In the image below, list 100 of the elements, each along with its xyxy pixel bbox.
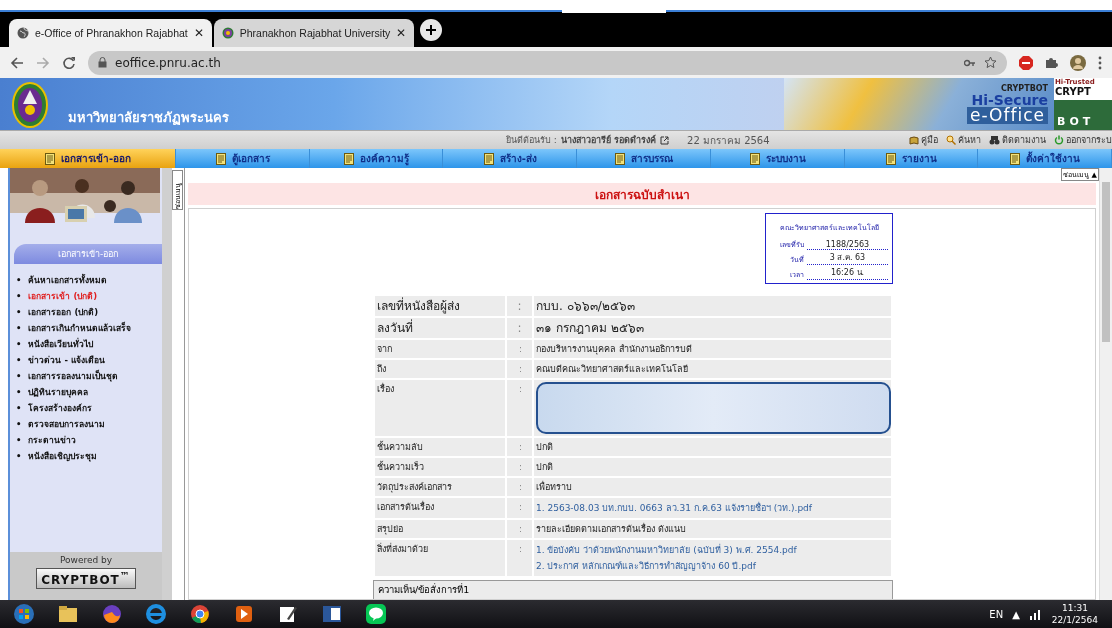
field-label: สรุปย่อ (374, 519, 506, 539)
header-link[interactable]: คู่มือ (909, 133, 938, 147)
stamp-value: 3 ส.ค. 63 (807, 251, 888, 265)
bullet: • (16, 338, 22, 351)
stop-sign-icon[interactable] (1019, 55, 1033, 70)
globe-e-icon[interactable] (145, 603, 167, 625)
menu-tab[interactable]: รายงาน (844, 149, 979, 168)
document-icon (482, 152, 495, 165)
play-icon[interactable] (233, 603, 255, 625)
sidebar-item[interactable]: ค้นหาเอกสารทั้งหมด (28, 272, 108, 288)
scrollbar[interactable] (162, 168, 172, 600)
chat-bubble-icon[interactable] (365, 603, 387, 625)
header-link[interactable]: ค้นหา (946, 133, 981, 147)
close-icon[interactable]: ✕ (396, 26, 407, 40)
language-indicator[interactable]: EN (989, 608, 1004, 620)
document-icon (748, 152, 761, 165)
menu-tab[interactable]: สร้าง-ส่ง (443, 149, 578, 168)
field-label: ลงวันที่ (374, 317, 506, 339)
new-tab-button[interactable] (420, 18, 443, 41)
sidebar-item[interactable]: หนังสือเชิญประชุม (28, 448, 98, 464)
sidebar-item[interactable]: ปฏิทินรายบุคคล (28, 384, 89, 400)
brand-label: CRYPT (1054, 87, 1112, 100)
field-label: ชั้นความลับ (374, 437, 506, 457)
sidebar-item[interactable]: เอกสารรอลงนามเป็นชุด (28, 368, 119, 384)
folder-icon[interactable] (57, 603, 79, 625)
bullet: • (16, 290, 22, 303)
header-link[interactable]: ออกจากระบ (1054, 133, 1112, 147)
field-value: คณบดีคณะวิทยาศาสตร์และเทคโนโลยี (536, 364, 688, 374)
menu-tab[interactable]: สารบรรณ (577, 149, 711, 168)
menu-tab[interactable]: เอกสารเข้า-ออก (0, 149, 176, 168)
binoculars-icon (989, 135, 1000, 145)
seal-icon (221, 27, 234, 39)
more-icon[interactable] (1098, 55, 1102, 70)
avatar-icon[interactable] (1070, 54, 1086, 71)
header-link[interactable]: ติดตามงาน (989, 133, 1046, 147)
globe-icon (17, 27, 29, 39)
sidebar-item[interactable]: เอกสารเข้า (ปกติ) (28, 288, 98, 304)
star-icon[interactable] (984, 56, 997, 69)
key-icon[interactable] (964, 58, 976, 67)
field-label: วัตถุประสงค์เอกสาร (374, 477, 506, 497)
field-value: กองบริหารงานบุคคล สำนักงานอธิการบดี (536, 344, 692, 354)
tray-arrow[interactable]: ▲ (1012, 608, 1020, 620)
welcome-label: ยินดีต้อนรับ : (506, 134, 557, 147)
field-label: เอกสารต้นเรื่อง (374, 497, 506, 519)
sidebar-item[interactable]: เอกสารเกินกำหนดแล้วเสร็จ (28, 320, 132, 336)
bullet: • (16, 450, 22, 463)
stamp-value: 1188/2563 (807, 240, 888, 250)
back-icon[interactable] (10, 55, 24, 70)
stamp-value: 16:26 น. (807, 266, 888, 280)
bullet: • (16, 274, 22, 287)
current-date: 22 มกราคม 2564 (687, 133, 770, 148)
reload-icon[interactable] (62, 55, 76, 70)
network-icon[interactable] (1028, 608, 1043, 620)
search-icon (946, 135, 956, 145)
close-icon[interactable]: ✕ (193, 26, 204, 40)
field-label: เลขที่หนังสือผู้ส่ง (374, 295, 506, 317)
colon: : (506, 295, 533, 317)
browser-tab[interactable]: Phranakhon Rajabhat University ✕ (213, 19, 415, 47)
cryptbot-logo: CRYPTBOT$^{™}$ (36, 568, 136, 589)
document-icon (43, 152, 56, 165)
brand-label: e-Office (967, 106, 1048, 124)
scrollbar[interactable] (1099, 168, 1112, 600)
browser-tab[interactable]: e-Office of Phranakhon Rajabhat ✕ (9, 19, 212, 47)
address-bar[interactable]: eoffice.pnru.ac.th (88, 50, 1007, 75)
menu-tab[interactable]: ตู้เอกสาร (176, 149, 310, 168)
document-icon (214, 152, 227, 165)
sidebar-item[interactable]: ตรวจสอบการลงนาม (28, 416, 106, 432)
field-label: ถึง (374, 359, 506, 379)
document-icon (1009, 152, 1022, 165)
sidebar-item[interactable]: โครงสร้างองค์กร (28, 400, 93, 416)
sidebar-item[interactable]: เอกสารออก (ปกติ) (28, 304, 99, 320)
bullet: • (16, 306, 22, 319)
university-seal-icon (12, 82, 48, 128)
opinion-header: ความเห็น/ข้อสั่งการที่1 (373, 580, 893, 599)
field-label: สิ่งที่ส่งมาด้วย (374, 539, 506, 577)
menu-tab[interactable]: ระบบงาน (710, 149, 845, 168)
fox-globe-icon[interactable] (101, 603, 123, 625)
field-label: ชั้นความเร็ว (374, 457, 506, 477)
field-label: จาก (374, 339, 506, 359)
document-title: เอกสารฉบับสำเนา (188, 183, 1096, 205)
attachment-link[interactable]: 1. ข้อบังคับ ว่าด้วยพนักงานมหาวิทยาลัย (ฉบับที่ 3) พ.ศ. 2554.pdf (536, 542, 891, 558)
puzzle-icon[interactable] (1045, 56, 1058, 69)
sidebar-item[interactable]: หนังสือเวียนทั่วไป (28, 336, 94, 352)
attachment-link[interactable]: 2. ประกาศ หลักเกณฑ์และวิธีการทำสัญญาจ้าง 60 ปี.pdf (536, 558, 891, 574)
external-link-icon[interactable] (660, 135, 670, 145)
start-icon[interactable] (13, 603, 35, 625)
clock-date[interactable]: 22/1/2564 (1051, 614, 1098, 626)
menu-tab[interactable]: องค์ความรู้ (309, 149, 444, 168)
bullet: • (16, 370, 22, 383)
power-icon (1054, 135, 1064, 145)
book-icon (909, 135, 919, 145)
chrome-icon[interactable] (189, 603, 211, 625)
university-name: มหาวิทยาลัยราชภัฏพระนคร (68, 109, 229, 127)
field-value: รายละเอียดตามเอกสารต้นเรื่อง ดังแนบ (536, 524, 686, 534)
clock-time[interactable]: 11:31 (1061, 602, 1088, 614)
user-name: นางสาวอารีย์ รอดดำรงค์ (560, 133, 657, 147)
field-value: ๓๑ กรกฎาคม ๒๕๖๓ (536, 321, 644, 335)
sidebar-item[interactable]: กระดานข่าว (28, 432, 77, 448)
sidebar-item[interactable]: ข่าวด่วน - แจ้งเตือน (28, 352, 105, 368)
word-icon[interactable] (321, 603, 343, 625)
